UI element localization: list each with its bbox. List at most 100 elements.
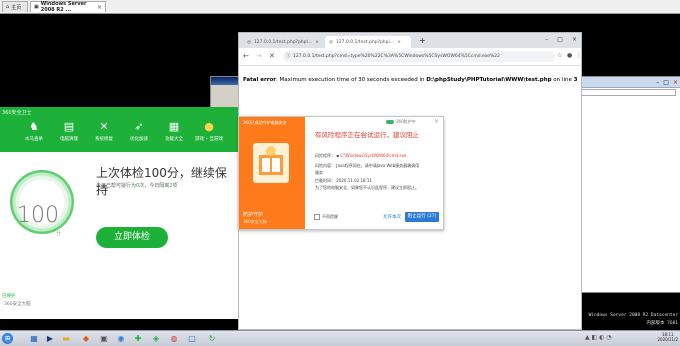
error-line-number: 3 <box>573 77 578 83</box>
explorer-window: – □ × <box>565 76 680 293</box>
tool-label: 游戏 • 旦游戏 <box>195 137 224 142</box>
back-icon[interactable]: ← <box>243 52 249 60</box>
cmd-icon[interactable]: ▣ <box>98 333 110 344</box>
cmd-icon: ▪ <box>336 153 339 158</box>
intercept-time: 2020.11.02 18:11 <box>336 178 372 183</box>
tool-cleanup[interactable]: ▤ 电脑清理 <box>55 120 83 143</box>
explorer-address-bar[interactable] <box>571 89 676 96</box>
subline-suffix: 项 <box>172 183 178 189</box>
shield-icon[interactable]: ◈ <box>150 333 162 344</box>
start-checkup-button[interactable]: 立即体检 <box>96 227 168 248</box>
star-icon[interactable]: ☆ <box>557 52 562 59</box>
chrome-tab[interactable]: ◎ 127.0.0.1/test.php?phpl... × <box>243 36 323 48</box>
globe-icon: ◎ <box>329 39 333 45</box>
php-study-icon[interactable]: ◆ <box>80 333 92 344</box>
error-line-text: on line <box>551 77 574 83</box>
close-icon[interactable]: × <box>673 79 678 86</box>
vm-tab-bar: ⌂ 主页 ▣ Windows Server 2008 R2 ... × <box>0 0 680 14</box>
close-icon[interactable]: × <box>397 40 401 45</box>
risk-content-row: 风险内容： Java程序同在，请中请Java Web服务器端调用 <box>315 163 419 169</box>
chrome-tab-strip: ◎ 127.0.0.1/test.php?phpl... × ◎ 127.0.0… <box>239 33 581 48</box>
tool-label: 功能大全 <box>165 137 183 142</box>
clock[interactable]: 18:11 2020/11/2 <box>657 332 678 342</box>
badge-label: 360防护中 <box>396 119 416 124</box>
start-button[interactable]: ⊞ <box>2 333 13 344</box>
address-bar-url: 127.0.0.1/test.php?cmd=type%20%22C%3A%5C… <box>293 54 501 59</box>
intercept-time-row: 拦截时间： 2020.11.02 18:11 <box>315 178 372 184</box>
tool-repair[interactable]: ✕ 系统修复 <box>90 121 118 143</box>
home-icon: ⌂ <box>6 4 10 10</box>
address-bar[interactable]: ⓘ 127.0.0.1/test.php?cmd=type%20%22C%3A%… <box>283 51 555 62</box>
vm-tab-home[interactable]: ⌂ 主页 <box>2 1 28 12</box>
banner-bottom-title: 防护守护 <box>243 212 264 218</box>
horse-icon: ♞ <box>29 120 39 133</box>
server-manager-icon[interactable]: ▦ <box>28 333 40 344</box>
error-text: : Maximum execution time of 30 seconds e… <box>275 77 427 83</box>
close-icon[interactable]: × <box>315 40 319 45</box>
dialog-title: 有风险程序正在尝试运行，建议阻止 <box>315 131 419 139</box>
block-button[interactable]: 阻止运行 (27) <box>405 212 439 222</box>
taskbar: ⊞ ▦ ▶ ▬ ◆ ▣ ◉ ✚ ◈ ◍ ▢ ↻ ▲ ◧ ◐ ◔ 18:11 20… <box>0 330 680 346</box>
menu-icon[interactable]: ⋮ <box>576 52 582 59</box>
risk-content-text-2: 服务 <box>315 170 323 175</box>
stop-icon[interactable]: ✕ <box>269 52 275 60</box>
minimize-icon[interactable]: – <box>656 79 659 86</box>
app-360-window: 360安全卫士 ♞ 木马查杀 ▤ 电脑清理 ✕ 系统修复 ➶ 优化加速 ▦ 功能… <box>0 107 238 319</box>
dialog-banner: 360已成功守护电脑安全 防护守护 360安全大脑 <box>239 117 305 229</box>
vm-tab-home-label: 主页 <box>11 4 22 11</box>
close-icon[interactable]: × <box>572 36 577 43</box>
account-icon[interactable]: ● <box>567 52 572 59</box>
security-alert-dialog: 360已成功守护电脑安全 防护守护 360安全大脑 360防护中 × 有风险程序… <box>238 116 444 230</box>
risk-content-text: Java程序同在，请中请Java Web服务器端调用 <box>336 163 420 168</box>
chrome-tab-active[interactable]: ◎ 127.0.0.1/test.php?phpi... × <box>325 36 411 48</box>
maximize-icon[interactable]: □ <box>557 36 563 43</box>
checkup-headline: 上次体检100分，继续保持 <box>96 166 227 197</box>
chrome-icon[interactable]: ◍ <box>168 333 180 344</box>
info-label: 风险程序： <box>315 153 335 158</box>
window-controls: – □ × <box>545 36 577 43</box>
grid-icon: ▦ <box>168 120 180 133</box>
score-unit: 分 <box>56 231 62 237</box>
checkup-subline: 今日已帮可疑行为0次，今日隔离2项 <box>96 182 177 189</box>
server-icon: ▣ <box>34 4 39 10</box>
chrome-toolbar: ← → ✕ ⓘ 127.0.0.1/test.php?cmd=type%20%2… <box>239 48 582 66</box>
checkbox-icon[interactable] <box>314 214 320 220</box>
refresh-icon[interactable]: ↻ <box>206 333 218 344</box>
vm-tab-server-label: Windows Server 2008 R2 ... <box>40 1 87 13</box>
tool-label: 木马查杀 <box>25 137 43 142</box>
protection-status: 已保护 <box>2 294 16 299</box>
dont-remind-checkbox[interactable]: 不再提醒 <box>314 214 338 220</box>
chrome-tab-title: 127.0.0.1/test.php?phpl... <box>253 39 313 45</box>
protection-badge: 360防护中 <box>386 119 416 125</box>
info-label: 风险内容： <box>315 163 335 168</box>
explorer-titlebar: – □ × <box>566 77 680 88</box>
tool-features[interactable]: ▦ 功能大全 <box>160 120 188 143</box>
info-icon: ⓘ <box>286 54 291 59</box>
security-360-icon[interactable]: ✚ <box>132 333 144 344</box>
tool-speedup[interactable]: ➶ 优化加速 <box>125 121 153 143</box>
maximize-icon[interactable]: □ <box>663 79 669 86</box>
tray-icons[interactable]: ▲ ◧ ◐ ◔ <box>585 334 611 341</box>
allow-once-link[interactable]: 允许本次 <box>383 214 401 220</box>
coin-icon: ● <box>204 120 214 133</box>
error-label: Fatal error <box>243 77 276 83</box>
new-tab-button[interactable]: + <box>419 36 426 45</box>
window-icon[interactable]: ▢ <box>186 333 198 344</box>
close-icon[interactable]: × <box>97 4 102 11</box>
tool-trojan[interactable]: ♞ 木马查杀 <box>20 120 48 143</box>
globe-icon: ◎ <box>247 39 251 45</box>
banner-title: 360已成功守护电脑安全 <box>243 120 287 125</box>
dialog-advice: 为了您的电脑安全，如果您不认识此程序，建议立即阻止。 <box>315 185 419 190</box>
network-icon[interactable]: ◉ <box>115 333 127 344</box>
folder-icon[interactable]: ▬ <box>60 333 72 344</box>
tool-games[interactable]: ● 游戏 • 旦游戏 <box>195 120 224 143</box>
risk-program-row: 风险程序： ▪ C:\Windows\SysWOW64\cmd.exe <box>315 153 406 159</box>
tool-label: 电脑清理 <box>60 137 78 142</box>
minimize-icon[interactable]: – <box>545 36 548 43</box>
forward-icon[interactable]: → <box>256 52 262 60</box>
powershell-icon[interactable]: ▶ <box>44 333 56 344</box>
vm-tab-server[interactable]: ▣ Windows Server 2008 R2 ... × <box>30 1 106 13</box>
clock-date: 2020/11/2 <box>657 337 678 342</box>
close-icon[interactable]: × <box>434 118 439 125</box>
broom-icon: ▤ <box>63 120 75 133</box>
